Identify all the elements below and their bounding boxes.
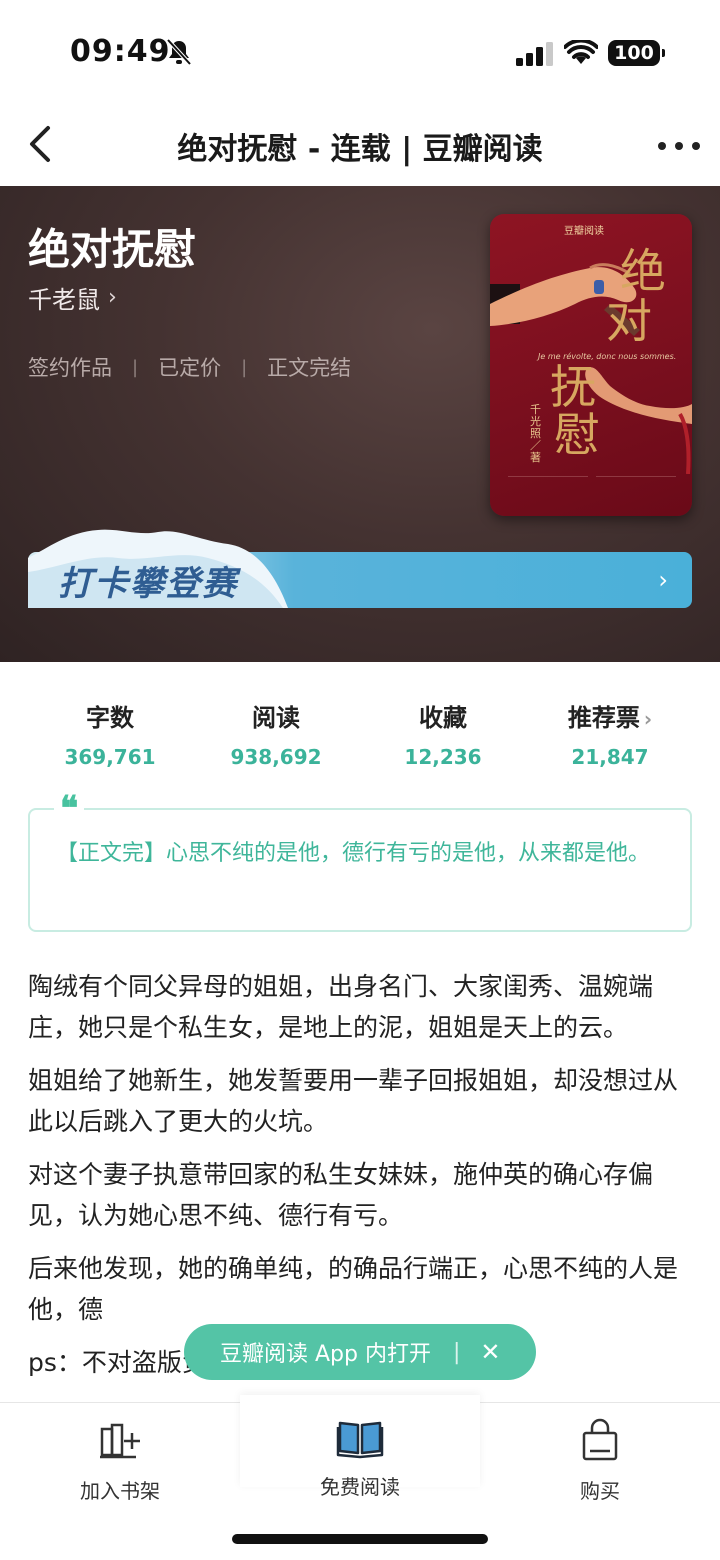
intro-quote: ❝ 【正文完】心思不纯的是他，德行有亏的是他，从来都是他。 <box>28 792 692 932</box>
stat-label: 阅读 <box>252 704 300 732</box>
cover-char-3: 抚 <box>550 360 596 414</box>
book-stats: 字数 369,761 阅读 938,692 收藏 12,236 推荐票 › 21,… <box>0 698 720 778</box>
book-tags: 签约作品 | 已定价 | 正文完结 <box>28 352 351 382</box>
chevron-right-icon: › <box>658 566 668 594</box>
tag-divider: | <box>132 356 139 378</box>
book-header: 绝对抚慰 千老鼠 › 签约作品 | 已定价 | 正文完结 豆瓣阅读 绝 对 抚 … <box>0 186 720 662</box>
chevron-right-icon: › <box>643 707 653 731</box>
free-read-button[interactable]: 免费阅读 <box>240 1395 480 1499</box>
quote-mark-icon: ❝ <box>54 792 85 826</box>
stat-value: 12,236 <box>404 745 482 769</box>
author-link[interactable]: 千老鼠 › <box>28 280 117 315</box>
stat-recommend-votes[interactable]: 推荐票 › 21,847 <box>520 698 700 769</box>
stat-value: 21,847 <box>571 745 649 769</box>
stat-word-count: 字数 369,761 <box>20 698 200 769</box>
close-icon[interactable]: ✕ <box>480 1338 500 1366</box>
stat-label: 收藏 <box>419 704 467 732</box>
stat-label: 字数 <box>86 704 134 732</box>
tag-completed: 正文完结 <box>267 356 352 380</box>
wifi-icon <box>564 40 598 64</box>
cover-subtitle: Je me révolte, donc nous sommes. <box>538 352 677 361</box>
cellular-signal-icon <box>516 42 553 66</box>
more-menu-icon[interactable] <box>658 132 700 156</box>
description-paragraph: 后来他发现，她的确单纯，的确品行端正，心思不纯的人是他，德 <box>28 1254 679 1324</box>
cover-logo: 豆瓣阅读 <box>564 226 604 237</box>
author-name: 千老鼠 <box>28 286 100 314</box>
tag-signed: 签约作品 <box>28 356 112 380</box>
quote-text: 【正文完】心思不纯的是他，德行有亏的是他，从来都是他。 <box>56 841 651 866</box>
status-time: 09:49 <box>70 34 171 69</box>
stat-label: 推荐票 › <box>520 698 700 733</box>
pill-divider: | <box>452 1339 461 1365</box>
status-bar: 09:49 100 <box>0 0 720 100</box>
cover-author: 千光照／著 <box>530 403 541 464</box>
open-in-app-button[interactable]: 豆瓣阅读 App 内打开 | ✕ <box>184 1324 536 1380</box>
stat-favorites: 收藏 12,236 <box>353 698 533 769</box>
battery-indicator: 100 <box>608 40 665 66</box>
shopping-bag-icon <box>582 1418 618 1461</box>
open-book-icon <box>336 1421 384 1459</box>
cover-fine-print-left <box>508 476 588 498</box>
home-indicator[interactable] <box>232 1534 488 1544</box>
buy-label: 购买 <box>580 1479 620 1503</box>
tag-divider: | <box>241 356 248 378</box>
back-arrow-icon[interactable] <box>24 122 58 166</box>
free-read-label: 免费阅读 <box>320 1475 400 1499</box>
add-to-shelf-label: 加入书架 <box>80 1479 160 1503</box>
chevron-right-icon: › <box>108 285 117 310</box>
stat-value: 369,761 <box>64 745 156 769</box>
cover-char-4: 慰 <box>554 408 600 462</box>
add-to-shelf-button[interactable]: 加入书架 <box>0 1417 240 1504</box>
add-to-shelf-icon <box>100 1423 140 1459</box>
page-title: 绝对抚慰 - 连载 | 豆瓣阅读 <box>177 132 543 167</box>
description-paragraph: 陶绒有个同父异母的姐姐，出身名门、大家闺秀、温婉端庄，她只是个私生女，是地上的泥… <box>28 972 654 1042</box>
tag-priced: 已定价 <box>158 356 222 380</box>
stat-value: 938,692 <box>230 745 322 769</box>
cover-char-1: 绝 <box>620 244 666 298</box>
stat-label-text: 推荐票 <box>567 704 640 732</box>
nav-bar: 绝对抚慰 - 连载 | 豆瓣阅读 <box>0 100 720 186</box>
cover-fine-print-right <box>596 476 676 498</box>
open-in-app-label: 豆瓣阅读 App 内打开 <box>220 1342 431 1367</box>
banner-title: 打卡攀登赛 <box>58 564 238 604</box>
cover-char-2: 对 <box>606 294 652 348</box>
book-cover[interactable]: 豆瓣阅读 绝 对 抚 慰 Je me révolte, donc nous so… <box>490 214 692 516</box>
book-title: 绝对抚慰 <box>28 225 197 274</box>
description-paragraph: 对这个妻子执意带回家的私生女妹妹，施仲英的确心存偏见，认为她心思不纯、德行有亏。 <box>28 1160 654 1230</box>
climb-challenge-banner[interactable]: 打卡攀登赛 › <box>28 528 692 608</box>
bell-off-icon <box>166 38 192 66</box>
stat-reads: 阅读 938,692 <box>186 698 366 769</box>
buy-button[interactable]: 购买 <box>480 1417 720 1504</box>
description-paragraph: 姐姐给了她新生，她发誓要用一辈子回报姐姐，却没想过从此以后跳入了更大的火坑。 <box>28 1066 679 1136</box>
